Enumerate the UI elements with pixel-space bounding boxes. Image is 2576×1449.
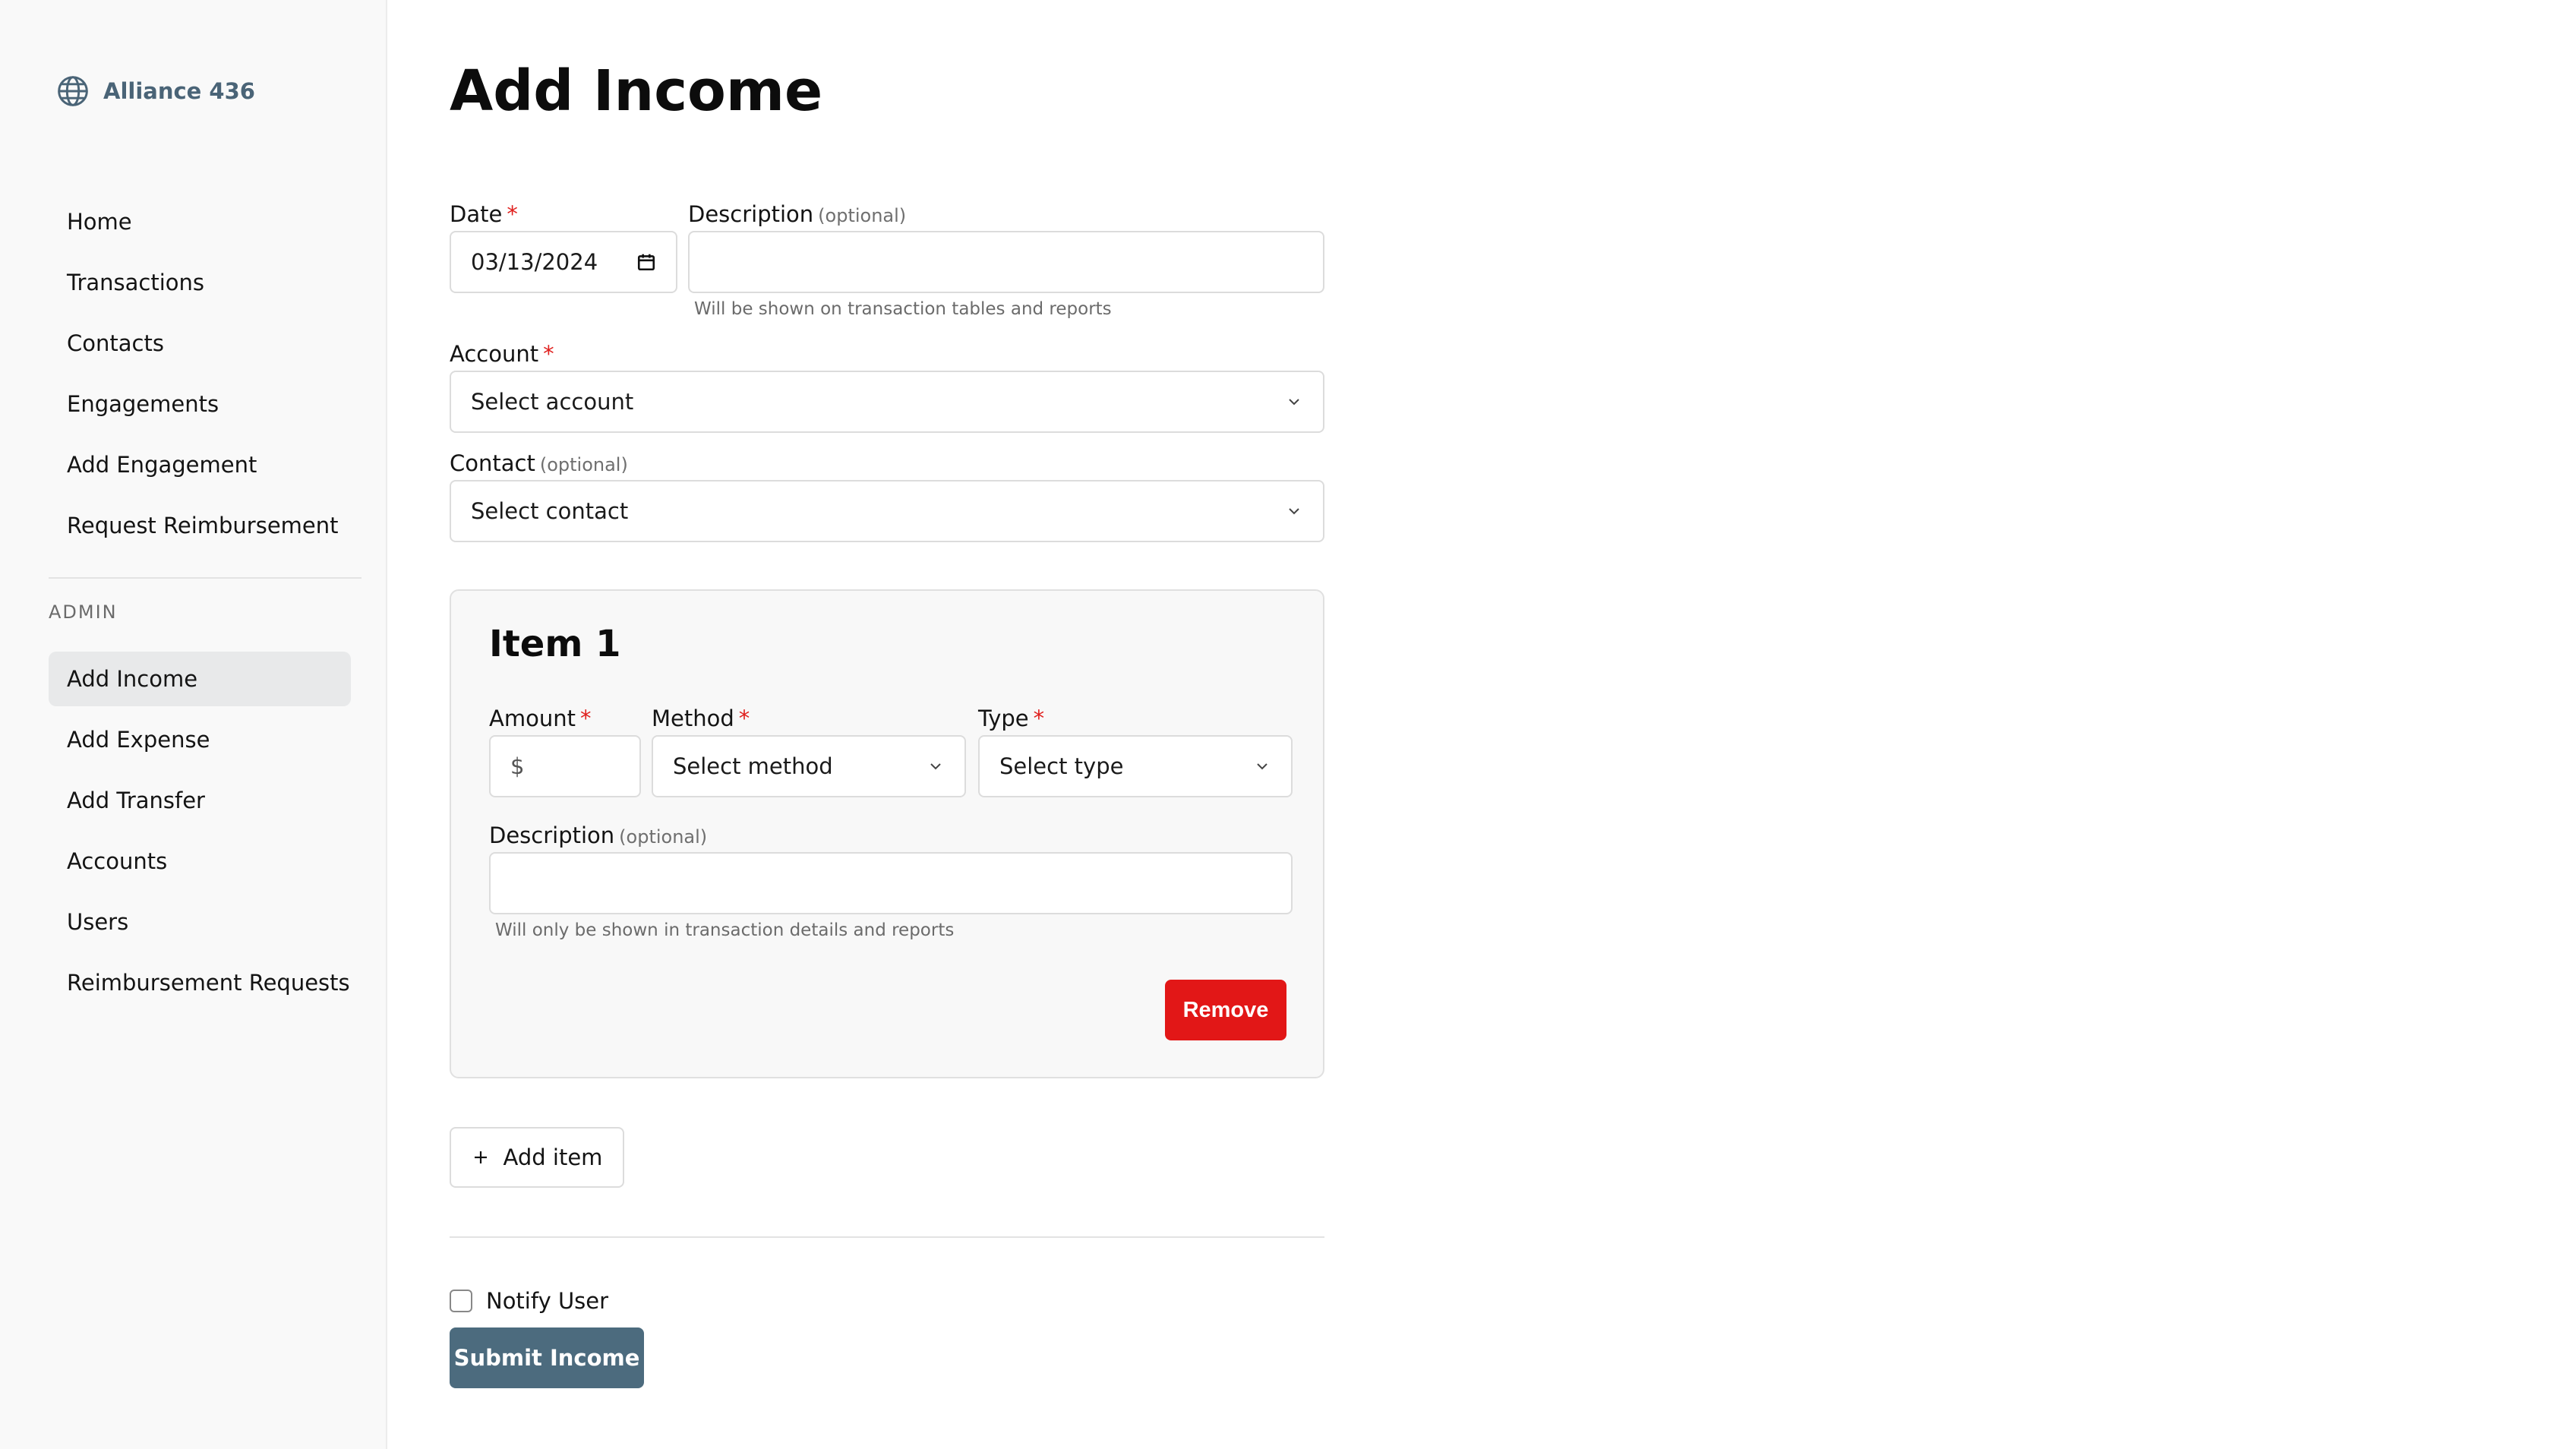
date-label: Date * <box>450 199 518 229</box>
chevron-down-icon <box>1289 399 1299 406</box>
date-label-text: Date <box>450 201 503 227</box>
type-label-text: Type <box>978 706 1029 731</box>
sidebar-item-home[interactable]: Home <box>49 194 351 249</box>
required-mark: * <box>1033 706 1045 731</box>
notify-user-checkbox[interactable] <box>450 1290 472 1312</box>
method-label-text: Method <box>652 706 734 731</box>
optional-hint: (optional) <box>619 826 708 848</box>
currency-prefix: $ <box>510 753 525 779</box>
description-input[interactable] <box>688 231 1324 293</box>
notify-user-label[interactable]: Notify User <box>486 1288 608 1314</box>
contact-label-text: Contact <box>450 450 535 476</box>
sidebar-item-reimbursement-requests[interactable]: Reimbursement Requests <box>49 955 351 1010</box>
optional-hint: (optional) <box>539 454 628 475</box>
chevron-down-icon <box>1257 763 1267 770</box>
item-description-label-text: Description <box>489 822 615 848</box>
item-title: Item 1 <box>489 623 621 665</box>
date-input[interactable]: 03/13/2024 <box>450 231 677 293</box>
add-item-label: Add item <box>503 1144 603 1170</box>
sidebar-item-accounts[interactable]: Accounts <box>49 834 351 889</box>
account-select-value: Select account <box>471 389 634 415</box>
page-title: Add Income <box>450 58 823 124</box>
chevron-down-icon <box>1289 508 1299 515</box>
plus-icon <box>474 1151 487 1163</box>
remove-item-button[interactable]: Remove <box>1165 980 1286 1040</box>
required-mark: * <box>543 341 554 367</box>
chevron-down-icon <box>930 763 941 770</box>
brand[interactable]: Alliance 436 <box>56 74 255 108</box>
admin-section-heading: ADMIN <box>49 601 118 623</box>
globe-icon <box>58 76 88 106</box>
item-description-label: Description (optional) <box>489 820 707 852</box>
sidebar-item-add-income[interactable]: Add Income <box>49 652 351 706</box>
add-item-button[interactable]: Add item <box>450 1127 624 1188</box>
sidebar-item-contacts[interactable]: Contacts <box>49 316 351 371</box>
sidebar-item-request-reimbursement[interactable]: Request Reimbursement <box>49 498 351 553</box>
sidebar-item-engagements[interactable]: Engagements <box>49 377 351 431</box>
method-label: Method * <box>652 703 750 734</box>
item-description-help-text: Will only be shown in transaction detail… <box>495 920 955 940</box>
amount-label-text: Amount <box>489 706 576 731</box>
required-mark: * <box>579 706 592 731</box>
calendar-icon[interactable] <box>636 252 656 272</box>
item-card: Item 1 Amount * $ Method * Select method T… <box>450 589 1324 1078</box>
contact-select[interactable]: Select contact <box>450 480 1324 542</box>
form-divider <box>450 1236 1324 1238</box>
method-select-value: Select method <box>673 753 833 779</box>
sidebar-divider <box>49 577 361 579</box>
account-label: Account * <box>450 339 554 369</box>
sidebar-item-add-engagement[interactable]: Add Engagement <box>49 437 351 492</box>
sidebar-item-add-transfer[interactable]: Add Transfer <box>49 773 351 828</box>
amount-input[interactable]: $ <box>489 735 641 797</box>
brand-name: Alliance 436 <box>103 78 255 104</box>
sidebar-item-add-expense[interactable]: Add Expense <box>49 712 351 767</box>
submit-income-button[interactable]: Submit Income <box>450 1327 644 1388</box>
sidebar: Alliance 436 Home Transactions Contacts … <box>0 0 387 1449</box>
description-label: Description (optional) <box>688 199 906 231</box>
required-mark: * <box>507 201 518 227</box>
notify-user-option: Notify User <box>450 1288 608 1314</box>
description-label-text: Description <box>688 201 814 227</box>
sidebar-item-transactions[interactable]: Transactions <box>49 255 351 310</box>
required-mark: * <box>738 706 750 731</box>
app-root: Alliance 436 Home Transactions Contacts … <box>0 0 2576 1449</box>
type-label: Type * <box>978 703 1044 734</box>
account-label-text: Account <box>450 341 539 367</box>
method-select[interactable]: Select method <box>652 735 966 797</box>
item-description-input[interactable] <box>489 852 1293 914</box>
type-select[interactable]: Select type <box>978 735 1293 797</box>
sidebar-item-users[interactable]: Users <box>49 895 351 949</box>
amount-label: Amount * <box>489 703 591 734</box>
date-value: 03/13/2024 <box>471 249 598 275</box>
account-select[interactable]: Select account <box>450 371 1324 433</box>
optional-hint: (optional) <box>818 205 907 226</box>
contact-select-value: Select contact <box>471 498 629 524</box>
type-select-value: Select type <box>999 753 1124 779</box>
contact-label: Contact (optional) <box>450 448 628 480</box>
description-help-text: Will be shown on transaction tables and … <box>694 299 1112 319</box>
